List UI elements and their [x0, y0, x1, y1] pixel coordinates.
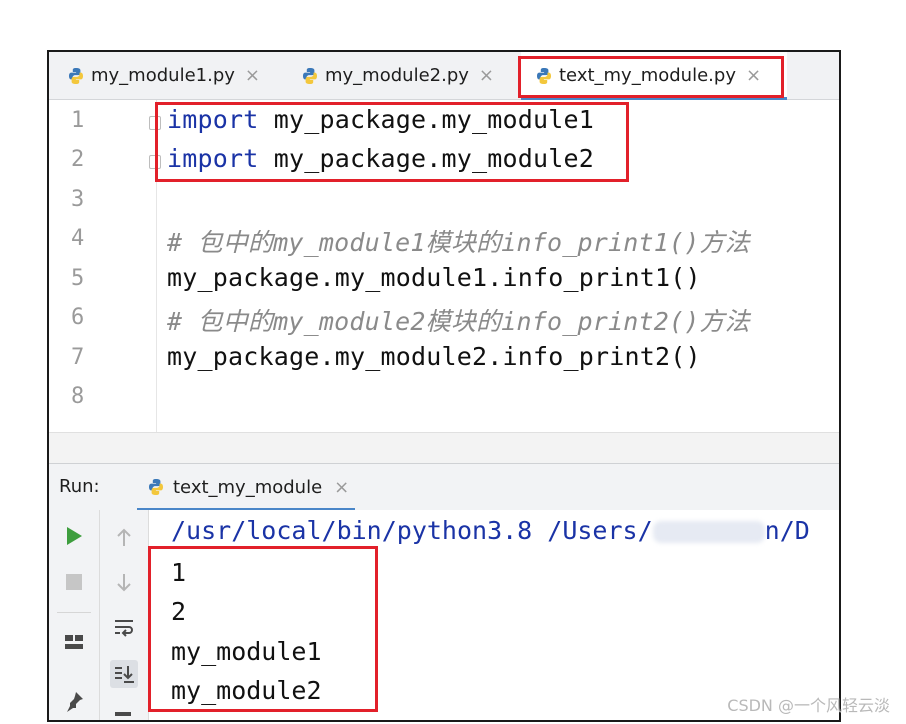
code-line: my_package.my_module2.info_print2() — [167, 342, 701, 371]
command-prefix: /usr/local/bin/python3.8 /Users/ — [171, 516, 653, 545]
line-number: 2 — [71, 147, 85, 172]
tab-label: my_module1.py — [91, 65, 235, 86]
editor-horizontal-scrollbar[interactable] — [49, 432, 839, 463]
run-toolwindow-header: Run: text_my_module × — [49, 463, 839, 511]
run-icon[interactable] — [60, 522, 88, 550]
stop-icon[interactable] — [60, 568, 88, 596]
code-line: my_package.my_module1.info_print1() — [167, 263, 701, 292]
close-icon[interactable]: × — [245, 65, 260, 86]
python-file-icon — [303, 67, 317, 84]
run-label: Run: — [59, 476, 100, 497]
watermark: CSDN @一个风轻云淡 — [727, 696, 890, 715]
line-number-gutter: 1 2 3 4 5 6 7 8 — [49, 100, 161, 432]
print-icon[interactable] — [115, 712, 131, 716]
console-command-line: /usr/local/bin/python3.8 /Users/n/D — [171, 516, 810, 545]
highlight-box-output — [148, 546, 378, 712]
python-file-icon — [69, 67, 83, 84]
line-number: 7 — [71, 345, 85, 370]
toolbar-divider — [57, 612, 91, 613]
line-number: 5 — [71, 266, 85, 291]
command-suffix: n/D — [764, 516, 810, 545]
redacted-username — [652, 521, 765, 543]
tab-my-module1[interactable]: my_module1.py × — [67, 52, 260, 99]
tab-my-module2[interactable]: my_module2.py × — [301, 52, 494, 99]
line-number: 8 — [71, 384, 85, 409]
line-number: 6 — [71, 305, 85, 330]
arrow-down-icon[interactable] — [110, 568, 138, 596]
run-toolbar-primary — [49, 510, 100, 720]
layout-icon[interactable] — [60, 628, 88, 656]
run-toolbar-secondary — [100, 510, 149, 720]
close-icon[interactable]: × — [334, 477, 349, 498]
soft-wrap-icon[interactable] — [110, 614, 138, 642]
line-number: 3 — [71, 187, 85, 212]
arrow-up-icon[interactable] — [110, 524, 138, 552]
tab-label: my_module2.py — [325, 65, 469, 86]
close-icon[interactable]: × — [479, 65, 494, 86]
code-comment: # 包中的my_module2模块的info_print2()方法 — [167, 307, 750, 336]
highlight-box-imports — [155, 102, 629, 182]
python-icon — [149, 479, 163, 495]
line-number: 1 — [71, 108, 85, 133]
tab-run-config[interactable]: text_my_module × — [137, 464, 356, 511]
line-number: 4 — [71, 226, 85, 251]
scroll-to-end-icon[interactable] — [110, 660, 138, 688]
highlight-box-active-tab — [518, 56, 784, 98]
code-comment: # 包中的my_module1模块的info_print1()方法 — [167, 228, 750, 257]
run-tab-label: text_my_module — [173, 476, 323, 498]
pin-icon[interactable] — [60, 688, 88, 716]
